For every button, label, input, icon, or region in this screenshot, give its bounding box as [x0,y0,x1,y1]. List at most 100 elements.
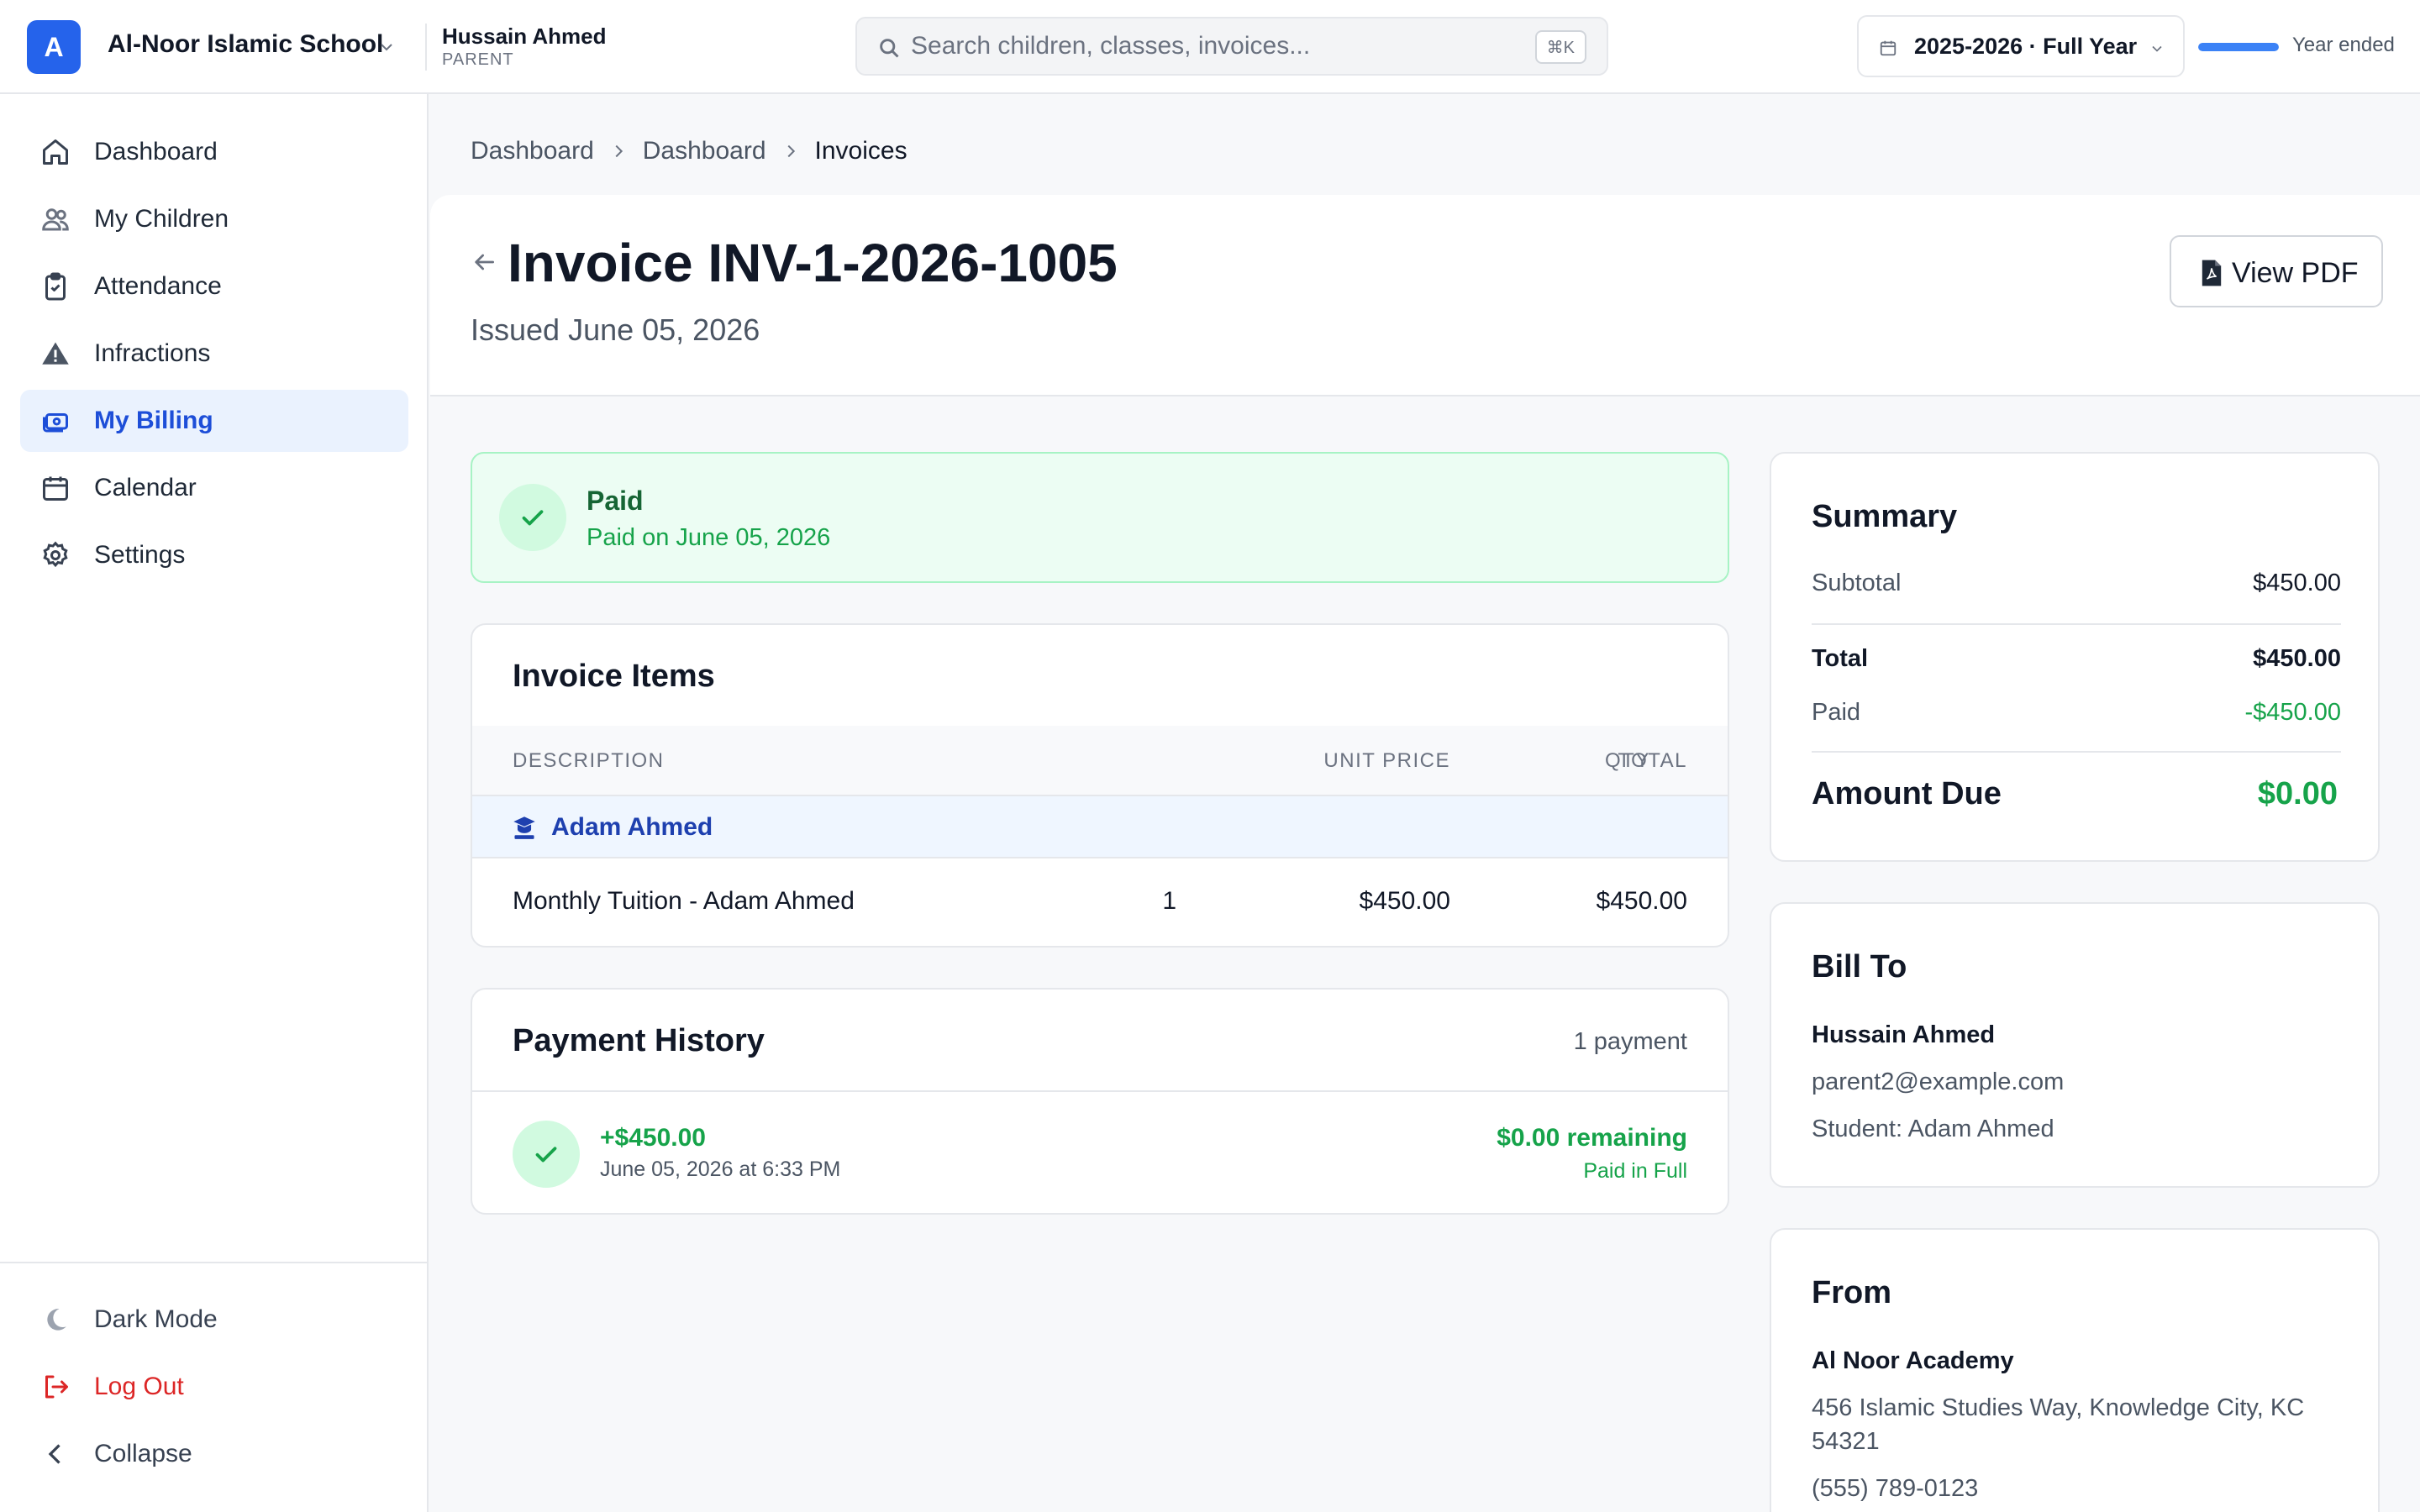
school-logo[interactable]: A [27,20,81,74]
item-total: $450.00 [1596,887,1687,915]
status-badge [499,484,566,551]
back-arrow-icon[interactable] [471,249,497,276]
collapse-button[interactable]: Collapse [20,1423,408,1485]
bill-to-card: Bill To Hussain Ahmed parent2@example.co… [1770,902,2380,1188]
collapse-label: Collapse [94,1440,192,1467]
section-title: Summary [1812,499,1958,534]
sidebar-item-my-children[interactable]: My Children [20,188,408,250]
payment-remaining: $0.00 remaining [1497,1124,1687,1152]
sidebar-item-label: Dashboard [94,138,218,165]
search-shortcut: ⌘K [1534,30,1586,64]
clipboard-check-icon [45,272,66,301]
logout-button[interactable]: Log Out [20,1356,408,1418]
sidebar-item-infractions[interactable]: Infractions [20,323,408,385]
academic-year-label: 2025-2026 · Full Year [1914,34,2138,59]
subtotal-row: Subtotal $450.00 [1812,570,2341,603]
column-header-total: TOTAL [1618,749,1687,772]
summary-card: Summary Subtotal $450.00 Total $450.00 P… [1770,452,2380,862]
total-row: Total $450.00 [1812,645,2341,679]
from-phone: (555) 789-0123 [1812,1475,1979,1502]
subtotal-value: $450.00 [2253,570,2341,596]
sidebar-item-my-billing[interactable]: My Billing [20,390,408,452]
divider [1812,751,2341,753]
dark-mode-label: Dark Mode [94,1305,218,1333]
table-row: Monthly Tuition - Adam Ahmed 1 $450.00 $… [472,858,1728,946]
divider [472,1090,1728,1092]
sidebar-item-label: Infractions [94,339,211,367]
payment-amount: +$450.00 [600,1124,706,1152]
sidebar-item-settings[interactable]: Settings [20,524,408,586]
calendar-icon [1880,40,1897,56]
sidebar-item-label: My Billing [94,407,213,434]
sidebar-item-label: Calendar [94,474,197,501]
sidebar-item-attendance[interactable]: Attendance [20,255,408,318]
search-bar[interactable]: ⌘K [855,17,1608,76]
total-label: Total [1812,645,1869,672]
table-header: DESCRIPTION QTY UNIT PRICE TOTAL [472,726,1728,796]
breadcrumb-item[interactable]: Dashboard [643,137,766,165]
subtotal-label: Subtotal [1812,570,1902,596]
warning-icon [42,342,69,365]
item-unit-price: $450.00 [1359,887,1450,915]
dark-mode-toggle[interactable]: Dark Mode [20,1289,408,1351]
status-title: Paid [587,486,644,516]
amount-due-value: $0.00 [2257,776,2338,811]
amount-due-label: Amount Due [1812,776,2002,811]
divider [1812,623,2341,625]
page-title: Invoice INV-1-2026-1005 [508,233,1118,293]
bill-to-email: parent2@example.com [1812,1068,2065,1095]
paid-row: Paid -$450.00 [1812,699,2341,732]
breadcrumb-item[interactable]: Dashboard [471,137,594,165]
search-input[interactable] [911,27,1499,66]
item-description: Monthly Tuition - Adam Ahmed [513,887,855,915]
section-title: Invoice Items [513,659,715,694]
section-title: Payment History [513,1023,765,1058]
column-header-description: DESCRIPTION [513,749,665,772]
chevron-right-icon [787,144,795,158]
payment-count: 1 payment [1573,1028,1687,1055]
payment-date: June 05, 2026 at 6:33 PM [600,1158,841,1181]
breadcrumb: Dashboard Dashboard Invoices [471,134,908,168]
from-address: 456 Islamic Studies Way, Knowledge City,… [1812,1394,2305,1455]
users-icon [42,208,69,231]
section-title: From [1812,1275,1891,1310]
academic-year-select[interactable]: 2025-2026 · Full Year [1857,15,2185,77]
user-name: Hussain Ahmed [442,24,607,49]
invoice-items-card: Invoice Items DESCRIPTION QTY UNIT PRICE… [471,623,1729,948]
chevron-right-icon [615,144,623,158]
logout-icon [45,1375,68,1399]
view-pdf-label: View PDF [2232,257,2359,289]
item-qty: 1 [1162,887,1176,915]
from-card: From Al Noor Academy 456 Islamic Studies… [1770,1228,2380,1512]
chevron-down-icon[interactable] [375,37,398,57]
chevron-left-icon [48,1444,60,1464]
payment-history-card: Payment History 1 payment +$450.00 June … [471,988,1729,1215]
calendar-icon [43,476,68,501]
sidebar-item-calendar[interactable]: Calendar [20,457,408,519]
sidebar-item-dashboard[interactable]: Dashboard [20,121,408,183]
payment-status-icon [513,1121,580,1188]
billing-icon [43,413,68,433]
divider [425,24,427,71]
column-header-unit-price: UNIT PRICE [1323,749,1450,772]
year-progress-fill [2198,43,2279,51]
sidebar-item-label: Attendance [94,272,222,300]
graduation-cap-icon [513,816,535,839]
paid-label: Paid [1812,699,1861,726]
student-name[interactable]: Adam Ahmed [551,813,713,842]
view-pdf-button[interactable]: View PDF [2170,235,2383,307]
status-subtitle: Paid on June 05, 2026 [587,524,831,551]
home-icon [43,139,68,165]
sidebar-item-label: My Children [94,205,229,233]
check-icon [535,1147,557,1163]
breadcrumb-current: Invoices [814,137,908,165]
logout-label: Log Out [94,1373,184,1400]
pdf-file-icon [2202,260,2222,286]
paid-value: -$450.00 [2244,699,2342,726]
payment-status-banner: Paid Paid on June 05, 2026 [471,452,1729,583]
gear-icon [43,541,68,568]
school-name[interactable]: Al-Noor Islamic School [108,30,383,59]
issued-date: Issued June 05, 2026 [471,312,760,347]
sidebar-item-label: Settings [94,541,186,569]
bill-to-name: Hussain Ahmed [1812,1021,1996,1048]
